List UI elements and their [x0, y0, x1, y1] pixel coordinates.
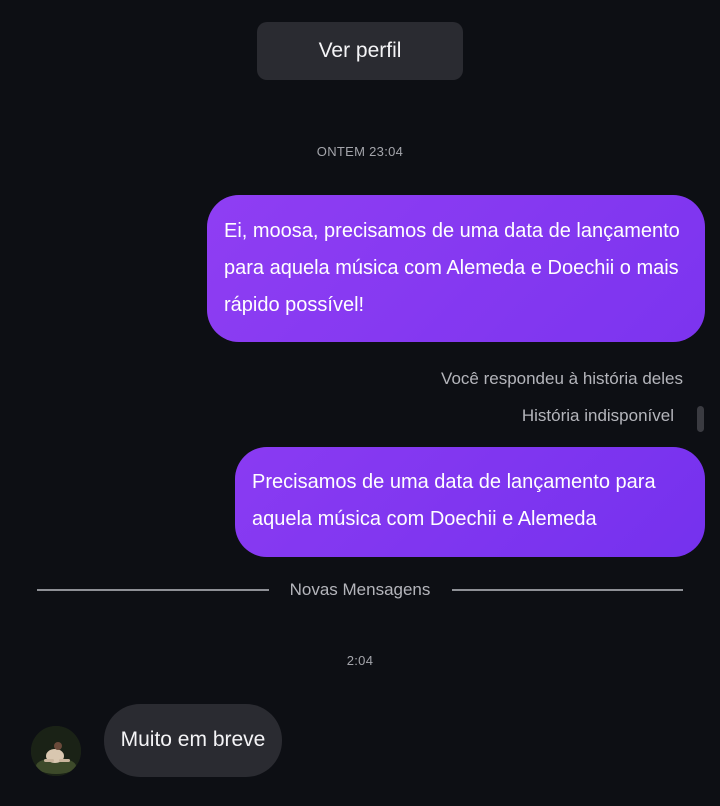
- avatar-image: [31, 726, 81, 776]
- new-messages-divider-right: [452, 589, 683, 591]
- message-timestamp: 2:04: [346, 653, 374, 668]
- contact-avatar[interactable]: [31, 726, 81, 776]
- new-messages-divider-left: [37, 589, 269, 591]
- story-unavailable-label: História indisponível: [521, 406, 674, 425]
- scrollbar-handle[interactable]: [697, 406, 704, 432]
- message-timestamp: ONTEM 23:04: [316, 144, 404, 159]
- outgoing-message-bubble[interactable]: Ei, moosa, precisamos de uma data de lan…: [207, 195, 705, 342]
- incoming-message-bubble[interactable]: Muito em breve: [104, 704, 282, 777]
- story-reply-label: Você respondeu à história deles: [441, 369, 683, 388]
- view-profile-button[interactable]: Ver perfil: [257, 22, 463, 80]
- outgoing-message-bubble[interactable]: Precisamos de uma data de lançamento par…: [235, 447, 705, 557]
- new-messages-divider-label: Novas Mensagens: [289, 580, 431, 599]
- message-text: Muito em breve: [120, 727, 266, 751]
- message-text: Precisamos de uma data de lançamento par…: [252, 471, 656, 530]
- message-text: Ei, moosa, precisamos de uma data de lan…: [224, 220, 680, 316]
